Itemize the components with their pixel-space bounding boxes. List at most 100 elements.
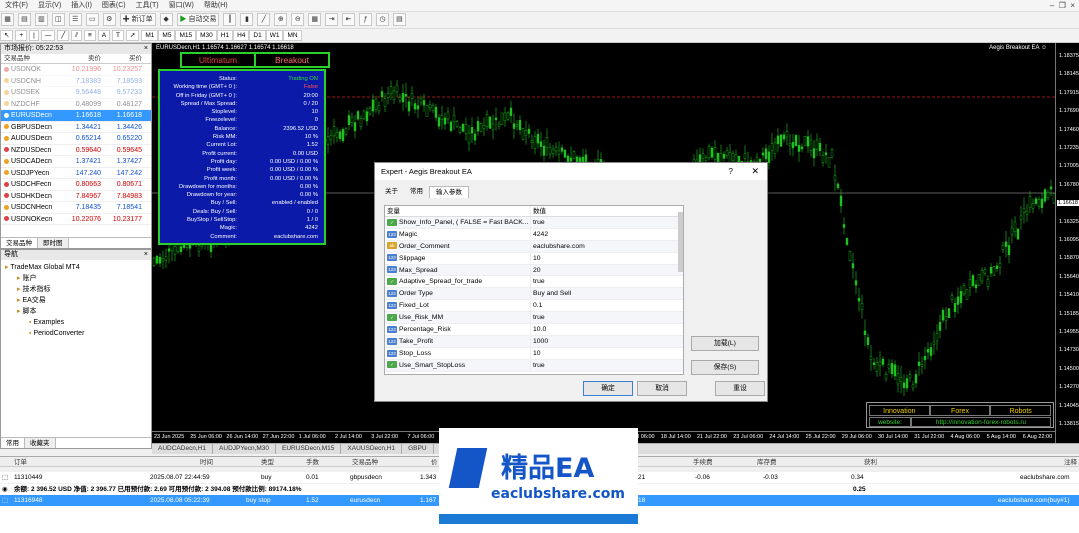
list-item[interactable]: USDNOK 10.21996 10.23257 [1, 64, 151, 76]
smiley-icon[interactable]: ☺ [1041, 45, 1047, 51]
parameter-row[interactable]: 123 Stop_Loss 10 [385, 347, 683, 360]
param-value[interactable]: Buy and Sell [531, 288, 683, 299]
bar-chart-icon[interactable]: ┃ [223, 13, 237, 26]
col-bid[interactable]: 卖价 [59, 54, 101, 63]
col-value[interactable]: 数值 [531, 206, 683, 216]
zoom-out-icon[interactable]: ⊖ [291, 13, 305, 26]
param-value[interactable]: 0.1 [531, 300, 683, 311]
menu-window[interactable]: 窗口(W) [164, 0, 199, 12]
vertical-line-icon[interactable]: | [29, 30, 39, 41]
col-comment[interactable]: 注释 [1064, 457, 1077, 468]
param-value[interactable]: 10 [531, 348, 683, 359]
tab-chart[interactable]: AUDJPYecn,M30 [213, 444, 277, 454]
data-window-icon[interactable]: ◫ [51, 13, 65, 26]
tab-symbols[interactable]: 交易品种 [1, 238, 38, 248]
list-item[interactable]: AUDUSDecn 0.65214 0.65220 [1, 133, 151, 145]
col-fee[interactable]: 手续费 [693, 457, 713, 468]
timeframe-m15[interactable]: M15 [175, 30, 197, 41]
auto-trading-button[interactable]: ▶ 自动交易 [176, 13, 220, 26]
load-button[interactable]: 加载(L) [691, 336, 759, 351]
nav-item[interactable]: ▸ 脚本 [1, 306, 151, 317]
col-time[interactable]: 时间 [200, 457, 213, 468]
timeframe-h4[interactable]: H4 [233, 30, 250, 41]
reset-button[interactable]: 重设 [715, 381, 765, 396]
col-profit[interactable]: 获利 [864, 457, 877, 468]
tab-chart[interactable]: GBPU [402, 444, 434, 454]
indicators-icon[interactable]: ƒ [359, 13, 373, 26]
market-watch-icon[interactable]: ▥ [34, 13, 48, 26]
new-order-button[interactable]: ✚ 新订单 [119, 13, 156, 26]
parameter-row[interactable]: 123 Magic 4242 [385, 228, 683, 241]
cursor-icon[interactable]: ↖ [0, 30, 14, 41]
parameter-row[interactable]: ✓ Adaptive_Spread_for_trade true [385, 276, 683, 289]
parameter-row[interactable]: 123 Slippage 10 [385, 252, 683, 265]
timeframe-d1[interactable]: D1 [249, 30, 266, 41]
col-price[interactable]: 价 [431, 457, 438, 468]
nav-item[interactable]: ▪ Examples [1, 317, 151, 328]
list-item[interactable]: USDCHFecn 0.80663 0.80671 [1, 179, 151, 191]
tester-icon[interactable]: ⚙ [102, 13, 116, 26]
crosshair-icon[interactable]: + [15, 30, 28, 41]
tab-chart[interactable]: XAUUSDecn,H1 [341, 444, 403, 454]
col-swap[interactable]: 库存费 [757, 457, 777, 468]
scrollbar-thumb[interactable] [678, 212, 683, 272]
param-value[interactable]: true [531, 360, 683, 371]
param-value[interactable]: 10 [531, 253, 683, 264]
trendline-icon[interactable]: ╱ [57, 30, 70, 41]
param-value[interactable]: true [531, 312, 683, 323]
horizontal-line-icon[interactable]: — [40, 30, 56, 41]
nav-item[interactable]: ▸ 技术指标 [1, 284, 151, 295]
timeframe-mn[interactable]: MN [283, 30, 302, 41]
list-item[interactable]: USDCNHecn 7.18435 7.18541 [1, 202, 151, 214]
close-icon[interactable]: ✕ [751, 163, 759, 180]
list-item[interactable]: USDSEK 9.56448 9.57233 [1, 87, 151, 99]
param-value[interactable]: 1000 [531, 336, 683, 347]
meta-editor-icon[interactable]: ◆ [159, 13, 173, 26]
col-variable[interactable]: 变量 [385, 206, 531, 216]
parameter-row[interactable]: 123 Max_Spread 20 [385, 264, 683, 277]
parameter-row[interactable]: 123 Order Type Buy and Sell [385, 288, 683, 301]
menu-help[interactable]: 帮助(H) [199, 0, 233, 12]
parameter-row[interactable]: 123 Fixed_Lot 0.1 [385, 300, 683, 313]
list-item[interactable]: USDCNH 7.18383 7.18593 [1, 76, 151, 87]
param-value[interactable]: eaclubshare.com [531, 241, 683, 252]
tab-chart[interactable]: AUDCADecn,H1 [152, 444, 214, 454]
list-item[interactable]: USDHKDecn 7.84967 7.84983 [1, 191, 151, 202]
list-item[interactable]: NZDCHF 0.48099 0.48127 [1, 99, 151, 110]
list-item[interactable]: EURUSDecn 1.16618 1.16618 [1, 110, 151, 122]
col-ask[interactable]: 买价 [101, 54, 145, 63]
periods-icon[interactable]: ◷ [376, 13, 390, 26]
nav-item[interactable]: ▸ EA交易 [1, 295, 151, 306]
fibonacci-icon[interactable]: ≡ [84, 30, 96, 41]
col-size[interactable]: 手数 [306, 457, 319, 468]
param-value[interactable]: 20 [531, 265, 683, 276]
param-value[interactable]: true [531, 276, 683, 287]
label-icon[interactable]: T [112, 30, 125, 41]
cancel-button[interactable]: 取消 [637, 381, 687, 396]
tab-chart[interactable]: EURUSDecn,M15 [276, 444, 342, 454]
timeframe-w1[interactable]: W1 [265, 30, 284, 41]
templates-icon[interactable]: ▤ [392, 13, 406, 26]
minimize-icon[interactable]: – [1050, 1, 1054, 10]
col-symbol[interactable]: 交易品种 [1, 54, 59, 63]
col-type[interactable]: 类型 [261, 457, 274, 468]
zoom-in-icon[interactable]: ⊕ [274, 13, 288, 26]
save-button[interactable]: 保存(S) [691, 360, 759, 375]
col-symbol[interactable]: 交易品种 [352, 457, 378, 468]
nav-item[interactable]: ▸ 账户 [1, 273, 151, 284]
new-chart-icon[interactable]: ▦ [1, 13, 14, 26]
list-item[interactable]: USDCADecn 1.37421 1.37427 [1, 156, 151, 168]
tab-inputs[interactable]: 输入参数 [429, 186, 469, 198]
menu-insert[interactable]: 插入(I) [66, 0, 97, 12]
text-icon[interactable]: A [97, 30, 111, 41]
line-chart-icon[interactable]: ╱ [257, 13, 271, 26]
help-icon[interactable]: ? [729, 163, 733, 180]
timeframe-m1[interactable]: M1 [141, 30, 159, 41]
tab-common[interactable]: 常用 [1, 438, 25, 448]
autoscroll-icon[interactable]: ⇥ [325, 13, 339, 26]
nav-item[interactable]: ▸ TradeMax Global MT4 [1, 262, 151, 273]
profiles-icon[interactable]: ▤ [17, 13, 31, 26]
parameter-row[interactable]: ✓ Show_Info_Panel, ( FALSE = Fast BACK...… [385, 217, 683, 229]
parameter-row[interactable]: 123 Percentage_Risk 10.0 [385, 324, 683, 336]
list-item[interactable]: NZDUSDecn 0.59640 0.59645 [1, 145, 151, 156]
